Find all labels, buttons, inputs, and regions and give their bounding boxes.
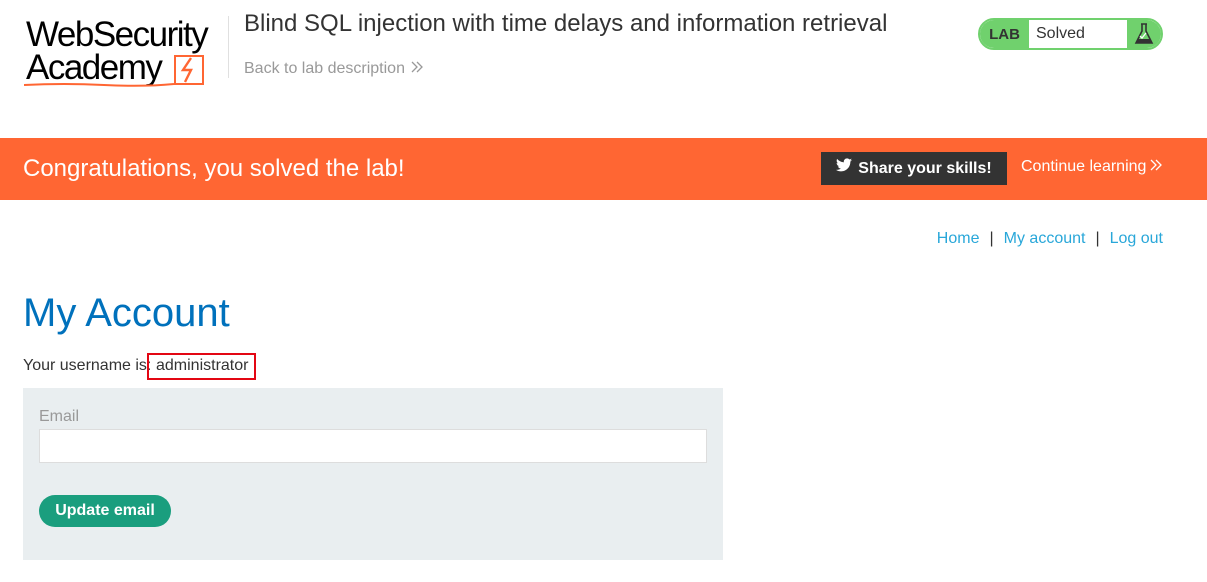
congratulations-message: Congratulations, you solved the lab! <box>23 155 405 182</box>
nav-separator: | <box>1095 230 1100 247</box>
nav-separator: | <box>989 230 994 247</box>
logo-underline-icon <box>24 83 174 87</box>
update-email-form: Email Update email <box>23 388 723 560</box>
lab-status-text: Solved <box>1036 25 1085 42</box>
share-button-label: Share your skills! <box>858 160 992 177</box>
flask-icon <box>1127 20 1161 48</box>
double-chevron-right-icon <box>411 60 423 78</box>
top-nav: Home | My account | Log out <box>937 230 1163 248</box>
lab-title: Blind SQL injection with time delays and… <box>244 10 888 37</box>
nav-log-out-link[interactable]: Log out <box>1110 230 1163 247</box>
back-link-label: Back to lab description <box>244 60 405 77</box>
share-skills-button[interactable]: Share your skills! <box>821 152 1007 185</box>
email-input[interactable] <box>39 429 707 463</box>
username-prefix: Your username is: <box>23 357 152 374</box>
email-label: Email <box>39 408 80 425</box>
back-to-lab-description-link[interactable]: Back to lab description <box>244 60 423 78</box>
logo-lightning-icon <box>174 55 204 85</box>
double-chevron-right-icon <box>1150 158 1163 176</box>
continue-learning-label: Continue learning <box>1021 158 1147 175</box>
nav-my-account-link[interactable]: My account <box>1004 230 1086 247</box>
nav-home-link[interactable]: Home <box>937 230 980 247</box>
web-security-academy-logo[interactable]: WebSecurity Academy <box>24 16 224 90</box>
continue-learning-link[interactable]: Continue learning <box>1021 158 1163 176</box>
page-title: My Account <box>23 291 230 335</box>
update-email-button[interactable]: Update email <box>39 495 171 527</box>
lab-badge: LAB <box>980 20 1029 48</box>
header-divider <box>228 16 229 78</box>
twitter-icon <box>836 151 853 184</box>
solved-banner: Congratulations, you solved the lab! Sha… <box>0 138 1207 200</box>
header: WebSecurity Academy Blind SQL injection … <box>0 0 1207 138</box>
lab-status-widget: LAB Solved <box>978 18 1163 50</box>
username-value: administrator <box>156 357 249 374</box>
